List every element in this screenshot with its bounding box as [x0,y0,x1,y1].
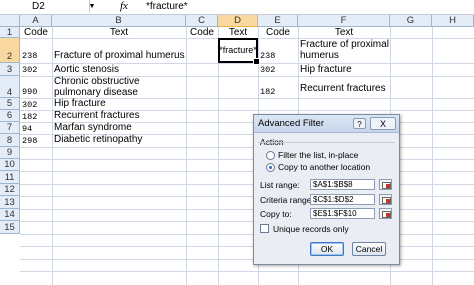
filter-in-place-label[interactable]: Filter the list, in-place [278,150,358,160]
cell-b1[interactable]: Text [52,27,186,38]
column-header-g[interactable]: G [390,15,432,27]
cell-c1[interactable]: Code [186,27,218,38]
select-all-corner[interactable] [0,15,20,27]
cell-a4[interactable]: 990 [20,86,52,98]
range-picker-icon[interactable] [379,194,392,205]
copy-to-label: Copy to: [260,209,292,219]
cell-a1[interactable]: Code [20,27,52,38]
list-range-label: List range: [260,180,300,190]
cell-a6[interactable]: 182 [20,111,52,123]
cell-e4[interactable]: 182 [258,86,298,98]
column-header-e[interactable]: E [258,15,298,27]
gridline [20,234,474,235]
row-header[interactable]: 15 [0,221,20,234]
column-header-c[interactable]: C [186,15,218,27]
range-picker-icon[interactable] [379,179,392,190]
criteria-range-label: Criteria range: [260,195,314,205]
cell-a3[interactable]: 302 [20,64,52,76]
chevron-down-icon[interactable]: ▼ [88,0,96,13]
copy-to-input[interactable]: $E$1:$F$10 [310,208,375,219]
gridline [20,147,474,148]
row-header[interactable]: 14 [0,209,20,221]
row-header[interactable]: 8 [0,134,20,147]
list-range-input[interactable]: $A$1:$B$8 [310,179,375,190]
row-header[interactable]: 2 [0,38,20,63]
row-header[interactable]: 9 [0,147,20,159]
advanced-filter-dialog: Advanced Filter ? X Action Filter the li… [253,114,400,265]
range-picker-icon[interactable] [379,208,392,219]
cell-f1[interactable]: Text [298,27,390,38]
cell-f4[interactable]: Recurrent fractures [298,83,390,95]
gridline [20,259,474,260]
gridline [20,196,474,197]
copy-to-location-label[interactable]: Copy to another location [278,162,370,172]
cell-b4[interactable]: Chronic obstructive pulmonary disease [52,76,186,98]
gridline [20,159,474,160]
gridline [20,184,474,185]
help-icon[interactable]: ? [353,118,366,129]
cell-b6[interactable]: Recurrent fractures [52,110,186,122]
cell-a8[interactable]: 298 [20,135,52,147]
row-header[interactable]: 12 [0,184,20,196]
formula-bar: D2 ▼ fx *fracture* [0,0,474,15]
column-header-h[interactable]: H [432,15,474,27]
active-cell-indicator [218,38,260,65]
gridline [20,271,474,272]
ok-button[interactable]: OK [310,242,344,256]
row-header[interactable]: 4 [0,76,20,98]
unique-records-label[interactable]: Unique records only [273,224,349,234]
cell-a7[interactable]: 94 [20,123,52,135]
cell-b7[interactable]: Marfan syndrome [52,122,186,134]
cell-d1[interactable]: Text [218,27,258,38]
row-header[interactable]: 1 [0,27,20,38]
cell-b2[interactable]: Fracture of proximal humerus [52,50,186,62]
gridline [20,221,474,222]
column-header-a[interactable]: A [20,15,52,27]
dialog-titlebar[interactable]: Advanced Filter ? X [254,115,399,133]
cell-f2[interactable]: Fracture of proximal humerus [298,39,390,63]
row-header[interactable]: 5 [0,98,20,110]
row-header[interactable]: 6 [0,110,20,122]
cell-e2[interactable]: 238 [258,50,298,62]
group-divider [258,142,395,143]
column-header-b[interactable]: B [52,15,186,27]
formula-input[interactable]: *fracture* [146,0,188,13]
cell-f3[interactable]: Hip fracture [298,64,390,76]
row-header[interactable]: 7 [0,122,20,134]
cell-b3[interactable]: Aortic stenosis [52,64,186,76]
dialog-title: Advanced Filter [258,118,325,129]
row-header[interactable]: 13 [0,196,20,209]
cell-e1[interactable]: Code [258,27,298,38]
function-icon[interactable]: fx [120,0,128,13]
cell-b5[interactable]: Hip fracture [52,98,186,110]
gridline [20,246,474,247]
cancel-button[interactable]: Cancel [352,242,386,256]
row-header[interactable]: 3 [0,63,20,76]
gridline [20,171,474,172]
column-header-f[interactable]: F [298,15,390,27]
cell-a2[interactable]: 238 [20,50,52,62]
close-icon[interactable]: X [370,117,396,130]
cell-a5[interactable]: 302 [20,99,52,111]
cell-b8[interactable]: Diabetic retinopathy [52,134,186,146]
row-header[interactable]: 11 [0,171,20,184]
name-box[interactable]: D2 [0,0,90,13]
copy-to-location-radio[interactable] [266,163,275,172]
cell-e3[interactable]: 302 [258,64,298,76]
column-header-d[interactable]: D [218,15,258,27]
gridline [20,209,474,210]
unique-records-checkbox[interactable] [260,224,269,233]
filter-in-place-radio[interactable] [266,151,275,160]
criteria-range-input[interactable]: $C$1:$D$2 [310,194,375,205]
row-header[interactable]: 10 [0,159,20,171]
